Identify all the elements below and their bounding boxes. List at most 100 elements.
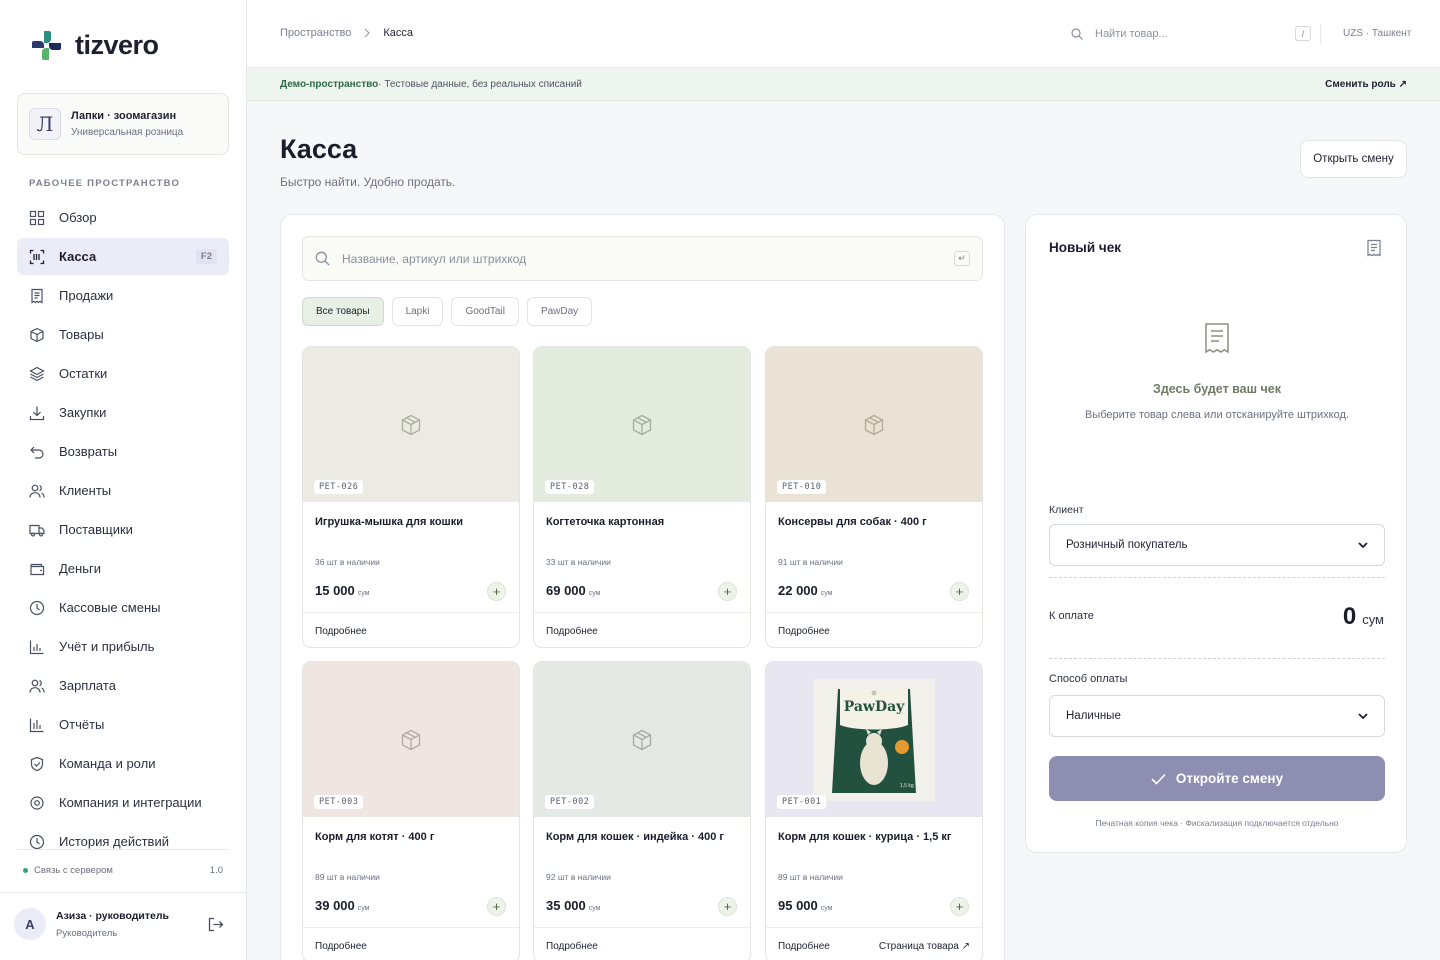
sidebar-item-returns[interactable]: Возвраты	[17, 433, 229, 470]
sku-badge: PET-026	[314, 480, 364, 494]
box-icon	[401, 414, 421, 435]
total-amount: 0 сум	[1343, 603, 1384, 631]
sidebar-item-team[interactable]: Команда и роли	[17, 745, 229, 782]
product-image-placeholder: PET-026	[303, 347, 519, 502]
filter-chip-goodtail[interactable]: GoodTail	[451, 297, 519, 326]
brand-logo[interactable]: tizvero	[30, 29, 159, 62]
sidebar-section-label: РАБОЧЕЕ ПРОСТРАНСТВО	[29, 178, 181, 189]
tizvero-logo-icon	[32, 31, 61, 60]
card-footer: Подробнее	[766, 612, 982, 647]
product-price: 39 000 сум	[315, 898, 370, 913]
product-image: 1,5 kg PawDay PET-001	[766, 662, 982, 817]
open-shift-button[interactable]: Открыть смену	[1300, 140, 1407, 178]
sidebar-item-overview[interactable]: Обзор	[17, 199, 229, 236]
product-card[interactable]: PET-010 Консервы для собак · 400 г 91 шт…	[765, 346, 983, 648]
product-stock: 91 шт в наличии	[778, 557, 843, 567]
sidebar-item-history[interactable]: История действий	[17, 823, 229, 849]
filter-chip-all[interactable]: Все товары	[302, 297, 384, 326]
details-link[interactable]: Подробнее	[778, 941, 830, 952]
search-icon	[1071, 27, 1083, 40]
sidebar-item-accounting[interactable]: Учёт и прибыль	[17, 628, 229, 665]
global-search[interactable]: Найти товар... /	[1071, 26, 1311, 41]
add-to-cart-button[interactable]: +	[718, 897, 737, 916]
sidebar-item-clients[interactable]: Клиенты	[17, 472, 229, 509]
price-currency: сум	[820, 905, 833, 912]
client-select-value: Розничный покупатель	[1066, 539, 1188, 551]
grid-icon	[29, 210, 45, 225]
sidebar-item-label: Продажи	[59, 288, 114, 303]
enter-key-hint: ↵	[954, 251, 970, 266]
download-icon	[29, 406, 45, 420]
card-footer: Подробнее Страница товара ↗	[766, 927, 982, 960]
sidebar-item-products[interactable]: Товары	[17, 316, 229, 353]
payment-method-value: Наличные	[1066, 710, 1121, 722]
sku-badge: PET-010	[777, 480, 827, 494]
price-value: 35 000	[546, 898, 586, 913]
add-to-cart-button[interactable]: +	[718, 582, 737, 601]
chevron-right-icon	[364, 28, 371, 38]
main-content: Пространство Касса Найти товар... / UZS …	[247, 0, 1440, 960]
user-name: Азиза · руководитель	[56, 909, 169, 922]
filter-chip-pawday[interactable]: PawDay	[526, 297, 593, 326]
sidebar-item-shifts[interactable]: Кассовые смены	[17, 589, 229, 626]
product-search-input[interactable]: Название, артикул или штрихкод	[342, 252, 526, 266]
details-link[interactable]: Подробнее	[546, 941, 598, 952]
product-card[interactable]: PET-003 Корм для котят · 400 г 89 шт в н…	[302, 661, 520, 960]
sidebar-item-pos[interactable]: Касса F2	[17, 238, 229, 275]
sidebar-item-label: Команда и роли	[59, 756, 156, 771]
box-icon	[401, 729, 421, 750]
receipt-icon[interactable]	[1366, 239, 1382, 257]
details-link[interactable]: Подробнее	[315, 941, 367, 952]
global-search-input[interactable]: Найти товар...	[1095, 28, 1168, 40]
add-to-cart-button[interactable]: +	[950, 897, 969, 916]
server-status-text: Связь с сервером	[34, 865, 113, 876]
shield-icon	[30, 756, 44, 771]
sidebar: tizvero Л Лапки · зоомагазин Универсальн…	[0, 0, 247, 960]
product-card[interactable]: PET-028 Когтеточка картонная 33 шт в нал…	[533, 346, 751, 648]
breadcrumb-item[interactable]: Пространство	[280, 27, 351, 39]
sidebar-item-suppliers[interactable]: Поставщики	[17, 511, 229, 548]
sidebar-divider	[17, 849, 229, 850]
sidebar-item-money[interactable]: Деньги	[17, 550, 229, 587]
add-to-cart-button[interactable]: +	[950, 582, 969, 601]
total-currency: сум	[1362, 612, 1384, 627]
details-link[interactable]: Подробнее	[778, 626, 830, 637]
sidebar-item-label: История действий	[59, 834, 169, 849]
sidebar-item-label: Клиенты	[59, 483, 112, 498]
wallet-icon	[30, 563, 45, 575]
switch-role-link[interactable]: Сменить роль ↗	[1325, 79, 1407, 90]
product-price: 22 000 сум	[778, 583, 833, 598]
product-card[interactable]: 1,5 kg PawDay PET-001 Корм для кошек · к…	[765, 661, 983, 960]
sidebar-item-reports[interactable]: Отчёты	[17, 706, 229, 743]
clock-icon	[29, 600, 45, 615]
empty-receipt-hint: Выберите товар слева или отсканируйте шт…	[1085, 409, 1349, 421]
payment-method-select[interactable]: Наличные	[1049, 695, 1385, 737]
empty-receipt-icon	[1205, 323, 1229, 354]
product-card[interactable]: PET-026 Игрушка-мышка для кошки 36 шт в …	[302, 346, 520, 648]
open-shift-cta-button[interactable]: Откройте смену	[1049, 756, 1385, 801]
locale-selector[interactable]: UZS · Ташкент	[1343, 28, 1411, 39]
sidebar-item-label: Зарплата	[59, 678, 116, 693]
sidebar-item-label: Поставщики	[59, 522, 133, 537]
sidebar-item-company[interactable]: Компания и интеграции	[17, 784, 229, 821]
filter-chip-lapki[interactable]: Lapki	[391, 297, 444, 326]
client-select[interactable]: Розничный покупатель	[1049, 524, 1385, 566]
sidebar-item-payroll[interactable]: Зарплата	[17, 667, 229, 704]
details-link[interactable]: Подробнее	[315, 626, 367, 637]
store-switcher[interactable]: Л Лапки · зоомагазин Универсальная розни…	[17, 93, 229, 155]
empty-receipt-title: Здесь будет ваш чек	[1152, 382, 1281, 396]
sidebar-item-sales[interactable]: Продажи	[17, 277, 229, 314]
package-brand: PawDay	[844, 699, 905, 715]
sidebar-item-purchases[interactable]: Закупки	[17, 394, 229, 431]
product-card[interactable]: PET-002 Корм для кошек · индейка · 400 г…	[533, 661, 751, 960]
product-page-link[interactable]: Страница товара ↗	[879, 941, 970, 952]
add-to-cart-button[interactable]: +	[487, 582, 506, 601]
sidebar-item-stock[interactable]: Остатки	[17, 355, 229, 392]
details-link[interactable]: Подробнее	[546, 626, 598, 637]
add-to-cart-button[interactable]: +	[487, 897, 506, 916]
product-search[interactable]: Название, артикул или штрихкод ↵	[302, 236, 983, 281]
logout-icon[interactable]	[207, 916, 224, 933]
box-icon	[864, 414, 884, 435]
user-profile[interactable]: А Азиза · руководитель Руководитель	[14, 908, 234, 940]
topbar: Пространство Касса Найти товар... / UZS …	[247, 0, 1440, 68]
